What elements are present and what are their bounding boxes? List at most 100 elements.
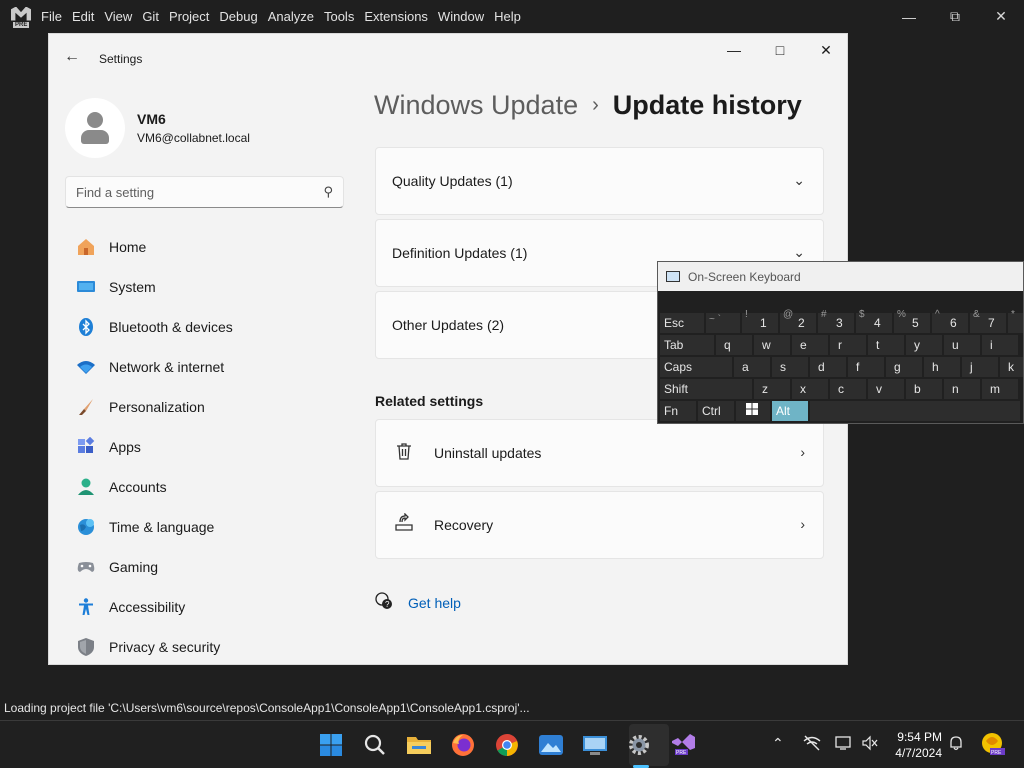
key-7[interactable]: & 7 xyxy=(970,309,1006,333)
key-fn[interactable]: Fn xyxy=(660,401,696,421)
menu-window[interactable]: Window xyxy=(438,5,494,28)
key-tilde[interactable]: ~ ` xyxy=(706,313,740,333)
key-4[interactable]: $4 xyxy=(856,309,892,333)
nav-item-network[interactable]: Network & internet xyxy=(65,347,347,387)
key-i[interactable]: i xyxy=(982,335,1018,355)
quality-updates-expander[interactable]: Quality Updates (1) ⌄ xyxy=(375,147,824,215)
key-z[interactable]: z xyxy=(754,379,790,399)
key-y[interactable]: y xyxy=(906,335,942,355)
menu-tools[interactable]: Tools xyxy=(324,5,364,28)
volume-muted-icon[interactable] xyxy=(861,735,879,754)
nav-item-bluetooth[interactable]: Bluetooth & devices xyxy=(65,307,347,347)
key-q[interactable]: q xyxy=(716,335,752,355)
vs-menu: File Edit View Git Project Debug Analyze… xyxy=(41,5,531,28)
key-3[interactable]: #3 xyxy=(818,309,854,333)
menu-project[interactable]: Project xyxy=(169,5,219,28)
key-m[interactable]: m xyxy=(982,379,1018,399)
nav-item-home[interactable]: Home xyxy=(65,227,347,267)
chevron-up-icon[interactable]: ⌃ xyxy=(772,735,784,752)
nav-item-time-language[interactable]: Time & language xyxy=(65,507,347,547)
recovery-link[interactable]: Recovery › xyxy=(375,491,824,559)
vs-restore-button[interactable]: ⧉ xyxy=(932,0,978,33)
key-space[interactable] xyxy=(810,401,1020,421)
menu-git[interactable]: Git xyxy=(142,5,169,28)
nav-item-privacy[interactable]: Privacy & security xyxy=(65,627,347,664)
menu-file[interactable]: File xyxy=(41,5,72,28)
key-5[interactable]: % 5 xyxy=(894,309,930,333)
key-x[interactable]: x xyxy=(792,379,828,399)
minimize-button[interactable]: — xyxy=(711,34,757,66)
file-explorer-icon[interactable] xyxy=(403,729,435,761)
key-esc[interactable]: Esc xyxy=(660,313,704,333)
menu-extensions[interactable]: Extensions xyxy=(364,5,438,28)
clock-date: 4/7/2024 xyxy=(895,746,942,760)
back-arrow-icon[interactable]: ← xyxy=(61,46,83,68)
chrome-icon[interactable] xyxy=(491,729,523,761)
visual-studio-preview-icon[interactable]: PRE xyxy=(667,729,699,761)
key-2[interactable]: @2 xyxy=(780,309,816,333)
nav-item-accounts[interactable]: Accounts xyxy=(65,467,347,507)
avatar[interactable] xyxy=(65,98,125,158)
notification-bell-icon[interactable] xyxy=(948,735,964,754)
key-u[interactable]: u xyxy=(944,335,980,355)
search-icon[interactable]: ⚲ xyxy=(323,184,333,200)
key-g[interactable]: g xyxy=(886,357,922,377)
vs-close-button[interactable]: ✕ xyxy=(978,0,1024,33)
breadcrumb-parent[interactable]: Windows Update xyxy=(374,90,578,121)
nav-item-gaming[interactable]: Gaming xyxy=(65,547,347,587)
key-tab[interactable]: Tab xyxy=(660,335,714,355)
firefox-icon[interactable] xyxy=(447,729,479,761)
key-a[interactable]: a xyxy=(734,357,770,377)
key-r[interactable]: r xyxy=(830,335,866,355)
copilot-preview-icon[interactable]: PRE xyxy=(980,731,1006,760)
key-windows[interactable] xyxy=(736,401,770,421)
settings-icon[interactable] xyxy=(623,729,655,761)
key-shift[interactable]: Shift xyxy=(660,379,752,399)
key-1[interactable]: ! 1 xyxy=(742,309,778,333)
close-button[interactable]: ✕ xyxy=(803,34,847,66)
menu-help[interactable]: Help xyxy=(494,5,531,28)
related-settings-heading: Related settings xyxy=(375,393,484,409)
maximize-button[interactable]: □ xyxy=(757,34,803,66)
key-w[interactable]: w xyxy=(754,335,790,355)
nav-item-apps[interactable]: Apps xyxy=(65,427,347,467)
menu-debug[interactable]: Debug xyxy=(219,5,267,28)
key-alt[interactable]: Alt xyxy=(772,401,808,421)
key-f[interactable]: f xyxy=(848,357,884,377)
remote-desktop-icon[interactable] xyxy=(579,729,611,761)
key-caps[interactable]: Caps xyxy=(660,357,732,377)
key-j[interactable]: j xyxy=(962,357,998,377)
display-icon[interactable] xyxy=(835,735,853,754)
nav-item-personalization[interactable]: Personalization xyxy=(65,387,347,427)
menu-view[interactable]: View xyxy=(104,5,142,28)
uninstall-updates-link[interactable]: Uninstall updates › xyxy=(375,419,824,487)
key-8[interactable]: *8 xyxy=(1008,309,1023,333)
search-icon[interactable] xyxy=(359,729,391,761)
system-clock[interactable]: 9:54 PM 4/7/2024 xyxy=(890,729,942,761)
key-t[interactable]: t xyxy=(868,335,904,355)
key-b[interactable]: b xyxy=(906,379,942,399)
nav-item-accessibility[interactable]: Accessibility xyxy=(65,587,347,627)
search-input[interactable] xyxy=(66,177,306,207)
osk-title-bar[interactable]: On-Screen Keyboard xyxy=(658,262,1023,291)
key-s[interactable]: s xyxy=(772,357,808,377)
key-6[interactable]: ^ 6 xyxy=(932,309,968,333)
key-e[interactable]: e xyxy=(792,335,828,355)
home-icon xyxy=(75,236,97,258)
visual-studio-preview-logo-icon[interactable]: PRE xyxy=(11,6,33,28)
menu-analyze[interactable]: Analyze xyxy=(268,5,324,28)
key-n[interactable]: n xyxy=(944,379,980,399)
start-icon[interactable] xyxy=(315,729,347,761)
menu-edit[interactable]: Edit xyxy=(72,5,104,28)
key-k[interactable]: k xyxy=(1000,357,1023,377)
vs-minimize-button[interactable]: — xyxy=(886,0,932,33)
key-d[interactable]: d xyxy=(810,357,846,377)
photos-icon[interactable] xyxy=(535,729,567,761)
key-v[interactable]: v xyxy=(868,379,904,399)
get-help-link[interactable]: Get help xyxy=(408,595,461,611)
key-ctrl[interactable]: Ctrl xyxy=(698,401,734,421)
network-offline-icon[interactable] xyxy=(803,735,821,754)
nav-item-system[interactable]: System xyxy=(65,267,347,307)
key-c[interactable]: c xyxy=(830,379,866,399)
key-h[interactable]: h xyxy=(924,357,960,377)
